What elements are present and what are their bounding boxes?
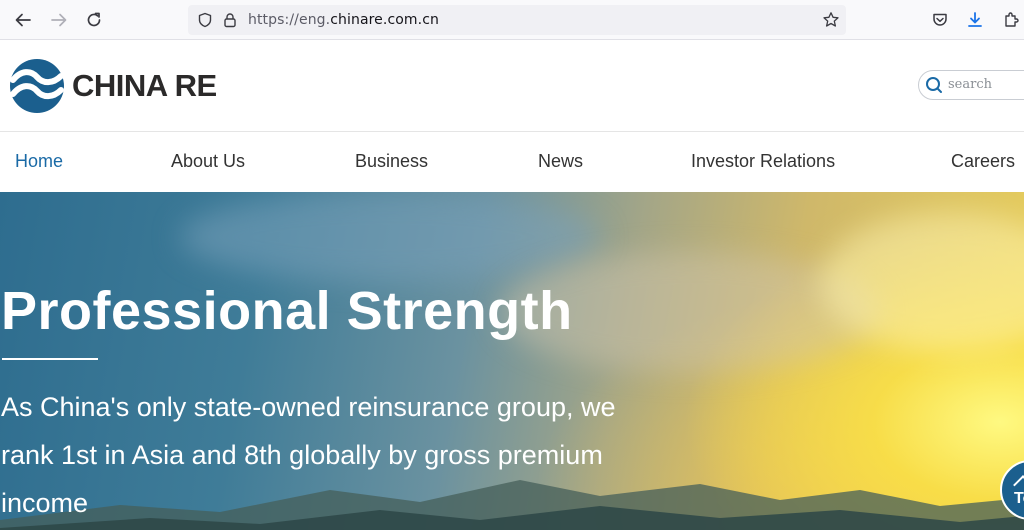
search-placeholder: search bbox=[948, 77, 992, 92]
main-nav: Home About Us Business News Investor Rel… bbox=[0, 131, 1024, 192]
shield-icon[interactable] bbox=[195, 10, 215, 30]
nav-item-about-us[interactable]: About Us bbox=[171, 151, 245, 172]
hero-description: As China's only state-owned reinsurance … bbox=[1, 392, 616, 518]
back-arrow-icon[interactable] bbox=[11, 8, 35, 32]
hero-title: Professional Strength bbox=[1, 281, 573, 341]
nav-item-business[interactable]: Business bbox=[355, 151, 428, 172]
extensions-icon[interactable] bbox=[999, 8, 1023, 32]
browser-toolbar: https://eng.chinare.com.cn bbox=[0, 0, 1024, 40]
lock-icon[interactable] bbox=[220, 10, 240, 30]
search-input[interactable]: search bbox=[918, 70, 1024, 100]
china-re-logo-icon[interactable] bbox=[9, 58, 65, 114]
reload-icon[interactable] bbox=[82, 8, 106, 32]
download-icon[interactable] bbox=[963, 8, 987, 32]
back-to-top-label: To bbox=[1014, 490, 1024, 507]
url-prefix: https://eng. bbox=[248, 12, 331, 28]
nav-item-investor-relations[interactable]: Investor Relations bbox=[691, 151, 835, 172]
logo-text[interactable]: CHINA RE bbox=[72, 68, 217, 104]
nav-item-news[interactable]: News bbox=[538, 151, 583, 172]
hero-cloud bbox=[180, 192, 600, 282]
forward-arrow-icon[interactable] bbox=[47, 8, 71, 32]
hero-banner: Professional Strength As China's only st… bbox=[0, 192, 1024, 530]
nav-item-careers[interactable]: Careers bbox=[951, 151, 1015, 172]
address-bar[interactable]: https://eng.chinare.com.cn bbox=[188, 5, 846, 35]
nav-item-home[interactable]: Home bbox=[15, 151, 63, 172]
url-text[interactable]: https://eng.chinare.com.cn bbox=[248, 12, 439, 28]
pocket-icon[interactable] bbox=[928, 8, 952, 32]
site-header: CHINA RE search bbox=[0, 41, 1024, 131]
search-icon[interactable] bbox=[925, 76, 943, 94]
url-domain: chinare.com.cn bbox=[330, 12, 439, 28]
bookmark-star-icon[interactable] bbox=[821, 10, 841, 30]
hero-divider bbox=[2, 358, 98, 360]
